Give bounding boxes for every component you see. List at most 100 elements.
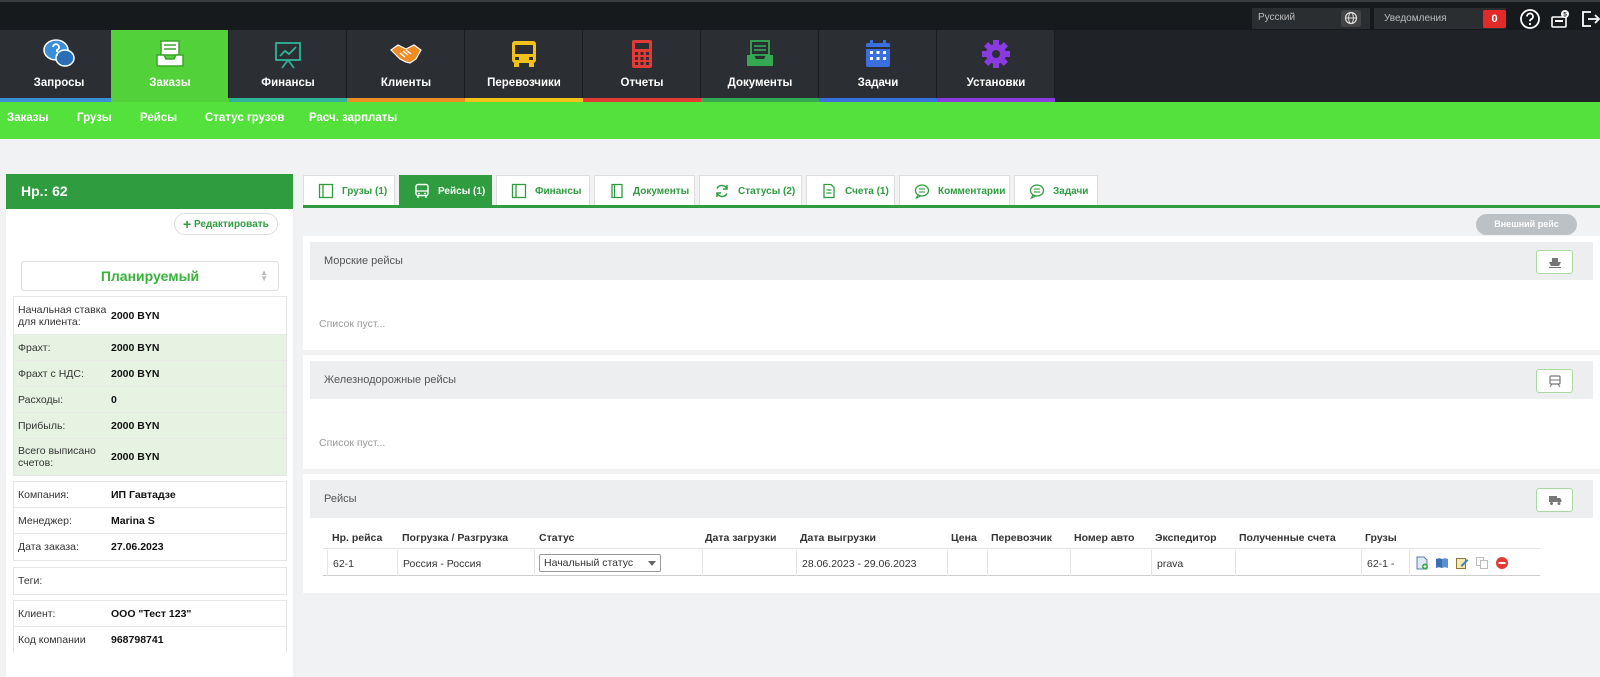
nav-tab-label: Документы	[727, 77, 793, 89]
order-number: Нр.: 62	[6, 174, 293, 209]
tab-documents[interactable]: Документы	[594, 175, 695, 205]
nav-tab-requests[interactable]: Запросы	[0, 30, 118, 102]
subnav-payroll[interactable]: Расч. зарплаты	[309, 112, 397, 124]
rail-trips-empty: Список пуст...	[319, 437, 386, 449]
trip-load-date-cell	[702, 550, 796, 576]
column-header: Перевозчик	[991, 532, 1052, 544]
tab-finance[interactable]: Финансы	[496, 175, 590, 205]
nav-tab-label: Клиенты	[380, 77, 432, 89]
tab-trips[interactable]: Рейсы (1)	[399, 175, 492, 205]
top-bar: Русский Уведомления 0 5	[0, 0, 1600, 30]
tab-tasks[interactable]: Задачи	[1014, 175, 1098, 205]
sea-trips-panel: Морские рейсы Список пуст...	[303, 236, 1600, 350]
calendar-icon	[862, 38, 894, 70]
external-trip-button[interactable]: Внешний рейс	[1476, 214, 1577, 235]
box-icon	[318, 183, 334, 199]
subnav-cargo[interactable]: Грузы	[77, 112, 112, 124]
tab-comments[interactable]: Комментарии	[899, 175, 1010, 205]
tray-documents-icon	[154, 38, 186, 70]
tags-row[interactable]: Теги:	[14, 568, 286, 594]
detail-row: Менеджер: Marina S	[14, 508, 286, 534]
financial-label: Фрахт с НДС:	[18, 367, 84, 380]
add-sea-trip-button[interactable]	[1536, 250, 1573, 274]
financial-label: Начальная ставка для клиента:	[18, 303, 107, 328]
edit-button[interactable]: + Редактировать	[174, 213, 278, 235]
trips-header: Рейсы	[310, 480, 1593, 518]
trips-title: Рейсы	[324, 493, 357, 505]
trip-status-cell: Начальный статус	[534, 550, 702, 576]
detail-row: Компания: ИП Гавтадзе	[14, 482, 286, 508]
sea-trips-title: Морские рейсы	[324, 255, 403, 267]
main-navigation: Запросы Заказы Финансы Клиенты Перевозчи…	[0, 30, 1600, 102]
column-header: Дата загрузки	[705, 532, 777, 544]
language-label: Русский	[1258, 12, 1296, 23]
column-header: Погрузка / Разгрузка	[402, 532, 509, 544]
nav-tab-settings[interactable]: Установки	[937, 30, 1055, 102]
nav-tab-tasks[interactable]: Задачи	[819, 30, 937, 102]
subnav-trips[interactable]: Рейсы	[140, 112, 177, 124]
table-row[interactable]: 62-1 Россия - Россия Начальный статус 28…	[323, 550, 1540, 576]
financial-label: Расходы:	[18, 393, 64, 406]
document-icon	[609, 183, 625, 199]
detail-label: Менеджер:	[18, 514, 72, 527]
nav-tab-carriers[interactable]: Перевозчики	[465, 30, 583, 102]
copy-icon[interactable]	[1475, 556, 1489, 570]
column-header: Дата выгрузки	[800, 532, 876, 544]
nav-tab-documents[interactable]: Документы	[701, 30, 819, 102]
nav-tab-label: Отчеты	[620, 77, 664, 89]
client-value: ООО "Тест 123"	[111, 607, 192, 620]
subnav-orders[interactable]: Заказы	[7, 112, 48, 124]
nav-tab-label: Перевозчики	[487, 77, 561, 89]
tab-invoices[interactable]: Счета (1)	[806, 175, 895, 205]
tags-label: Теги:	[18, 575, 43, 587]
nav-tab-label: Установки	[966, 77, 1026, 89]
notifications-count-badge[interactable]: 0	[1483, 10, 1506, 28]
column-header: Экспедитор	[1155, 532, 1217, 544]
financial-label: Прибыль:	[18, 419, 66, 432]
box-icon	[511, 183, 527, 199]
handshake-icon	[390, 38, 422, 70]
plus-icon: +	[183, 216, 192, 232]
help-icon[interactable]	[1519, 8, 1541, 30]
tab-label: Финансы	[535, 186, 582, 197]
speech-bubbles-icon	[43, 38, 75, 70]
tab-cargo[interactable]: Грузы (1)	[303, 175, 395, 205]
edit-icon[interactable]	[1455, 556, 1469, 570]
financial-value: 2000 BYN	[111, 367, 160, 380]
order-status-select[interactable]: Планируемый ▲ ▼	[21, 261, 279, 291]
tab-statuses[interactable]: Статусы (2)	[699, 175, 802, 205]
add-trip-button[interactable]	[1536, 488, 1573, 512]
trips-table-header: Нр. рейса Погрузка / Разгрузка Статус Да…	[323, 523, 1540, 549]
client-value: 968798741	[111, 634, 164, 646]
trip-status-value: Начальный статус	[544, 557, 634, 569]
trip-status-select[interactable]: Начальный статус	[539, 554, 661, 572]
tab-label: Счета (1)	[845, 186, 889, 197]
globe-icon[interactable]	[1341, 10, 1361, 27]
nav-tab-label: Заказы	[149, 77, 191, 89]
nav-tab-orders[interactable]: Заказы	[111, 30, 229, 102]
nav-tab-reports[interactable]: Отчеты	[583, 30, 701, 102]
trip-price-cell	[947, 550, 987, 576]
logout-icon[interactable]	[1579, 8, 1600, 30]
notifications-label: Уведомления	[1384, 13, 1447, 24]
truck-icon	[508, 38, 540, 70]
financial-row: Всего выписано счетов: 2000 BYN	[14, 439, 286, 475]
column-header: Цена	[951, 532, 977, 544]
add-rail-trip-button[interactable]	[1536, 369, 1573, 393]
nav-tab-finance[interactable]: Финансы	[229, 30, 347, 102]
messages-icon[interactable]: 5	[1549, 8, 1571, 30]
book-icon[interactable]	[1435, 556, 1449, 570]
financial-row: Начальная ставка для клиента: 2000 BYN	[14, 297, 286, 335]
order-status-value: Планируемый	[100, 268, 200, 284]
tray-document-icon	[744, 38, 776, 70]
rail-trips-header: Железнодорожные рейсы	[310, 361, 1593, 399]
calculator-icon	[626, 38, 658, 70]
financials-group: Начальная ставка для клиента: 2000 BYN Фр…	[13, 296, 287, 476]
nav-tab-clients[interactable]: Клиенты	[347, 30, 465, 102]
edit-button-label: Редактировать	[194, 219, 269, 230]
delete-icon[interactable]	[1495, 556, 1509, 570]
order-content: Грузы (1) Рейсы (1) Финансы Документы Ст…	[303, 175, 1600, 677]
subnav-cargo-status[interactable]: Статус грузов	[205, 112, 284, 124]
updown-chevron-icon: ▲ ▼	[260, 268, 268, 283]
add-document-icon[interactable]	[1415, 556, 1429, 570]
